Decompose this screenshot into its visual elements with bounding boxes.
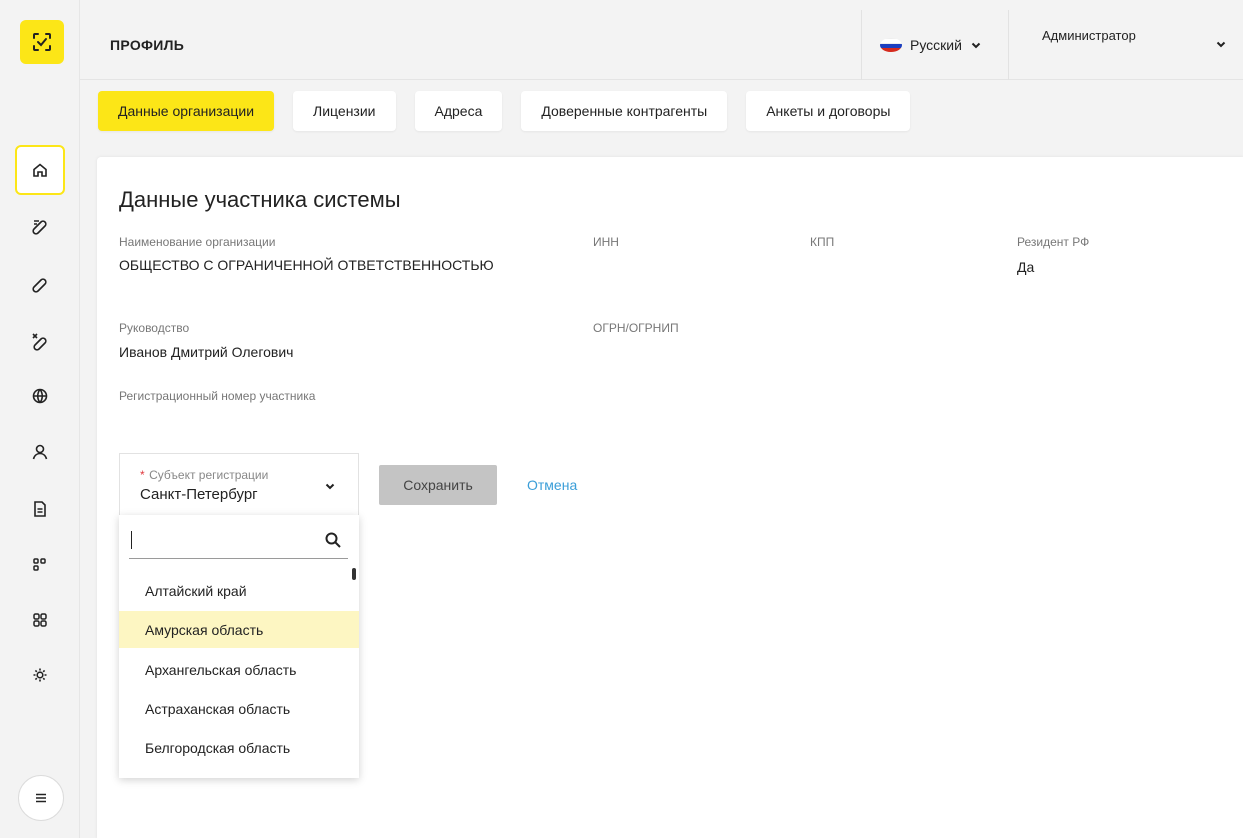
language-label: Русский: [910, 37, 962, 53]
nav-settings[interactable]: [15, 650, 65, 700]
nav-globe[interactable]: [15, 371, 65, 421]
ogrn-label: ОГРН/ОГРНИП: [593, 321, 679, 335]
chevron-down-icon: [325, 483, 335, 490]
inn-label: ИНН: [593, 235, 619, 249]
tab-addresses[interactable]: Адреса: [414, 91, 503, 131]
tab-organization-data[interactable]: Данные организации: [98, 91, 275, 131]
resident-value: Да: [1017, 259, 1035, 275]
subject-dropdown: Алтайский край Амурская область Архангел…: [119, 515, 359, 778]
kpp-label: КПП: [810, 235, 835, 249]
resident-label: Резидент РФ: [1017, 235, 1090, 249]
nav-home[interactable]: [15, 145, 65, 195]
nav-pill[interactable]: [15, 259, 65, 309]
org-name-value: ОБЩЕСТВО С ОГРАНИЧЕННОЙ ОТВЕТСТВЕННОСТЬЮ: [119, 257, 494, 273]
nav-document[interactable]: [15, 484, 65, 534]
nav-apps[interactable]: [15, 540, 65, 590]
dropdown-search[interactable]: [129, 523, 348, 559]
globe-icon: [32, 388, 48, 404]
nav-pill-cross[interactable]: [15, 316, 65, 366]
user-icon: [32, 444, 48, 460]
tab-questionnaires-contracts[interactable]: Анкеты и договоры: [746, 91, 911, 131]
sidebar: [0, 0, 80, 838]
user-menu[interactable]: Администратор: [1010, 10, 1243, 80]
logo[interactable]: [20, 20, 64, 64]
text-caret: [131, 531, 132, 549]
subject-label: Субъект регистрации: [149, 468, 269, 482]
participant-card: Данные участника системы Наименование ор…: [97, 157, 1243, 838]
dropdown-option[interactable]: Архангельская область: [119, 651, 359, 688]
nav-user[interactable]: [15, 427, 65, 477]
grid-icon: [33, 613, 47, 627]
org-name-label: Наименование организации: [119, 235, 276, 249]
save-button[interactable]: Сохранить: [379, 465, 497, 505]
required-mark: *: [140, 468, 145, 482]
tab-licenses[interactable]: Лицензии: [293, 91, 396, 131]
management-value: Иванов Дмитрий Олегович: [119, 344, 294, 360]
reg-number-label: Регистрационный номер участника: [119, 389, 316, 403]
hamburger-icon: [36, 793, 46, 803]
chevron-down-icon: [971, 42, 981, 49]
logo-icon: [33, 33, 51, 51]
page-title: ПРОФИЛЬ: [110, 37, 185, 53]
menu-toggle-button[interactable]: [18, 775, 64, 821]
russia-flag-icon: [880, 38, 902, 52]
nav-grid[interactable]: [15, 595, 65, 645]
dropdown-option[interactable]: Амурская область: [119, 611, 359, 648]
subject-select[interactable]: * Субъект регистрации Санкт-Петербург: [119, 453, 359, 515]
management-label: Руководство: [119, 321, 190, 335]
tab-bar: Данные организации Лицензии Адреса Довер…: [98, 91, 929, 131]
user-name: Администратор: [1042, 28, 1136, 43]
nav-pill-tag[interactable]: [15, 202, 65, 252]
topbar: ПРОФИЛЬ Русский Администратор: [80, 10, 1243, 80]
dropdown-option[interactable]: Алтайский край: [119, 572, 359, 609]
card-title: Данные участника системы: [119, 187, 401, 212]
settings-icon: [33, 668, 47, 682]
chevron-down-icon: [1216, 41, 1226, 48]
language-selector[interactable]: Русский: [861, 10, 1009, 80]
pill-tag-icon: [32, 220, 47, 235]
pill-icon: [32, 278, 47, 293]
apps-icon: [33, 558, 46, 571]
home-icon: [33, 163, 47, 177]
pill-cross-icon: [32, 333, 47, 351]
cancel-button[interactable]: Отмена: [527, 477, 577, 493]
main-area: ПРОФИЛЬ Русский Администратор Данные орг…: [80, 0, 1243, 838]
dropdown-option[interactable]: Белгородская область: [119, 729, 359, 766]
dropdown-option[interactable]: Астраханская область: [119, 690, 359, 727]
tab-trusted-counterparties[interactable]: Доверенные контрагенты: [521, 91, 728, 131]
search-icon: [325, 532, 341, 548]
document-icon: [34, 501, 46, 517]
